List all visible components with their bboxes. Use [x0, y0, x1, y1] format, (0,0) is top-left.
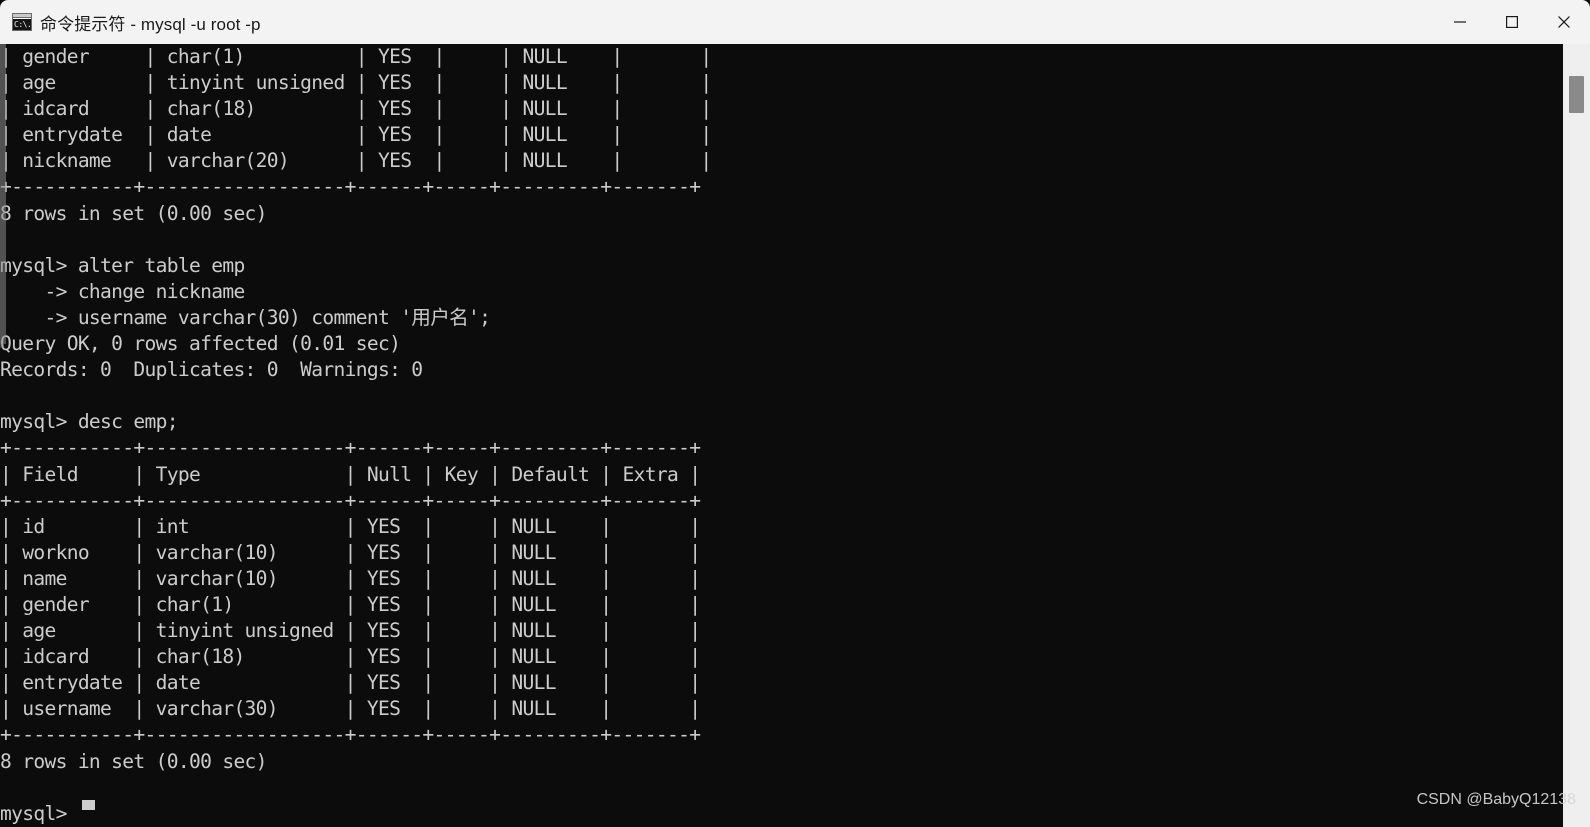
command-prompt-window: C:\. 命令提示符 - mysql -u root -p gender | c… — [0, 0, 1590, 827]
terminal-text: | gender | char(1) | YES | | NULL | | | … — [0, 45, 712, 825]
close-icon — [1558, 16, 1570, 28]
scrollbar-thumb[interactable] — [1569, 76, 1584, 113]
window-titlebar[interactable]: C:\. 命令提示符 - mysql -u root -p — [0, 0, 1590, 44]
scroll-selection-artifact-secondary — [0, 344, 4, 348]
vertical-scrollbar[interactable] — [1563, 44, 1590, 827]
titlebar-left-group: C:\. 命令提示符 - mysql -u root -p — [0, 10, 1434, 35]
command-prompt-icon-titlestrip — [13, 14, 31, 18]
maximize-button[interactable] — [1486, 0, 1538, 44]
window-controls — [1434, 0, 1590, 44]
window-title: 命令提示符 - mysql -u root -p — [40, 14, 261, 34]
minimize-button[interactable] — [1434, 0, 1486, 44]
command-prompt-icon: C:\. — [12, 13, 32, 31]
command-prompt-icon-text: C:\. — [13, 19, 32, 30]
terminal-block-cursor — [82, 800, 95, 810]
scroll-selection-artifact — [0, 44, 6, 344]
minimize-icon — [1454, 21, 1466, 23]
maximize-icon — [1506, 16, 1519, 29]
terminal-output-area[interactable]: | gender | char(1) | YES | | NULL | | | … — [0, 44, 1563, 827]
csdn-watermark: CSDN @BabyQ12138 — [1416, 791, 1576, 808]
close-button[interactable] — [1538, 0, 1590, 44]
